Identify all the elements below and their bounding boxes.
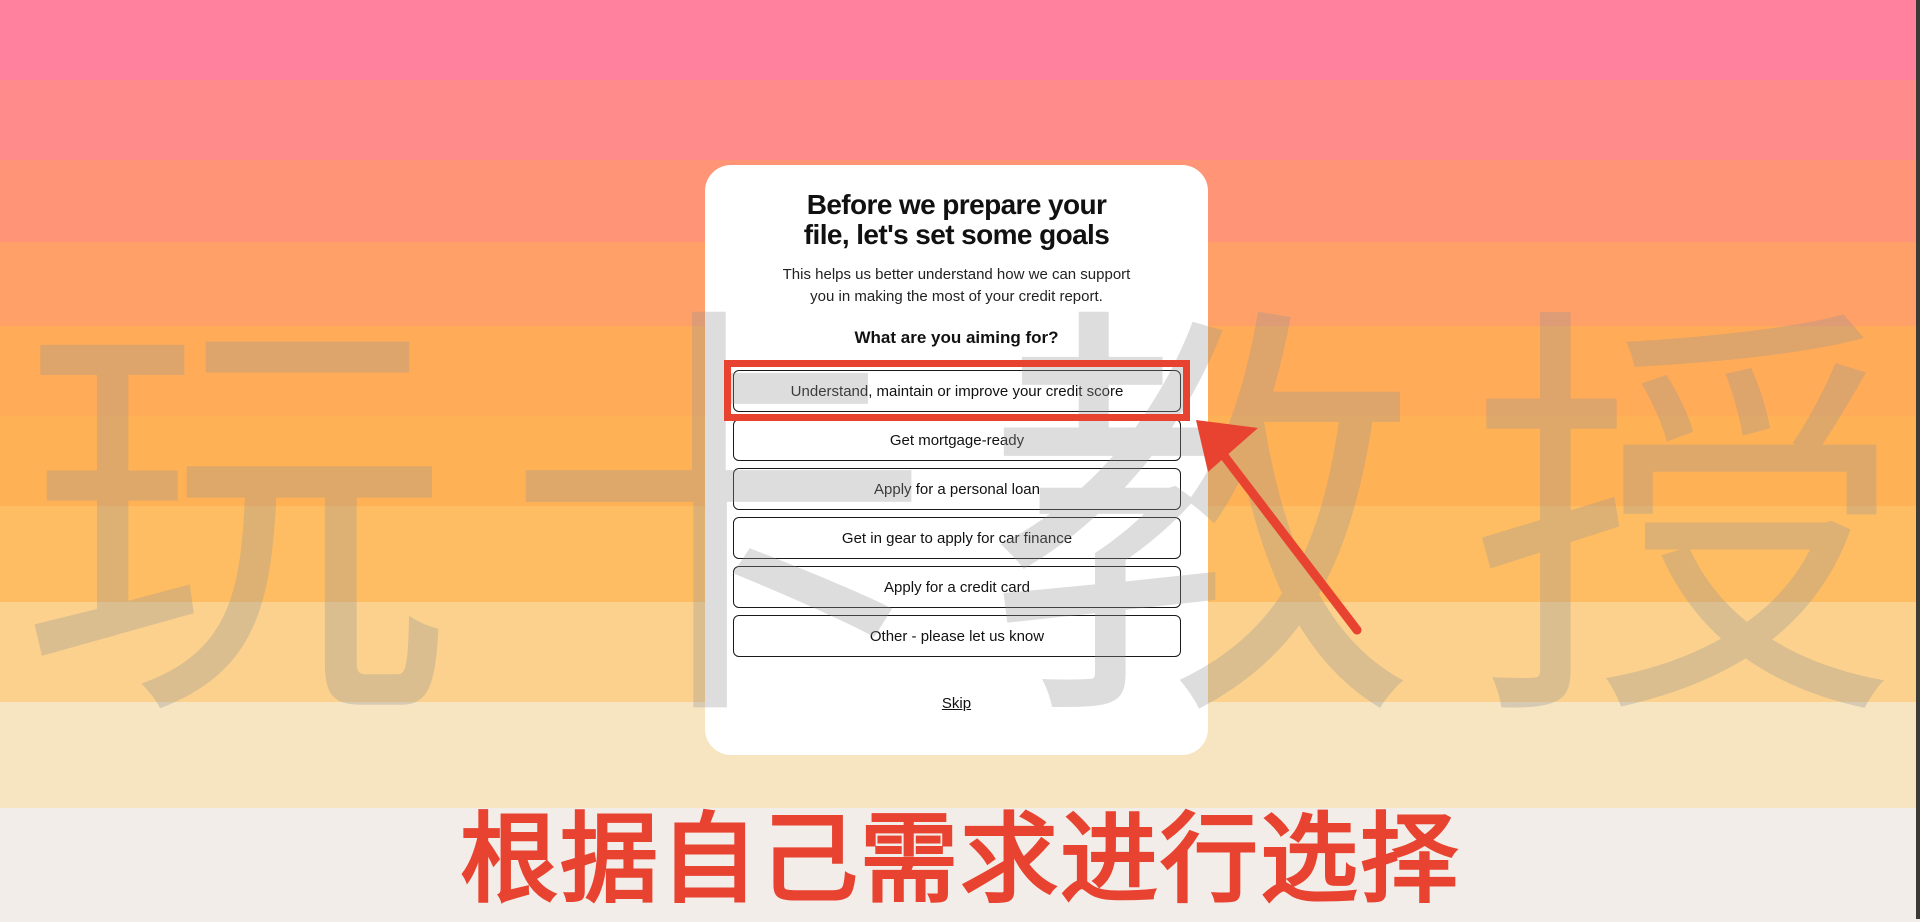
annotation-caption: 根据自己需求进行选择 — [459, 803, 1460, 917]
